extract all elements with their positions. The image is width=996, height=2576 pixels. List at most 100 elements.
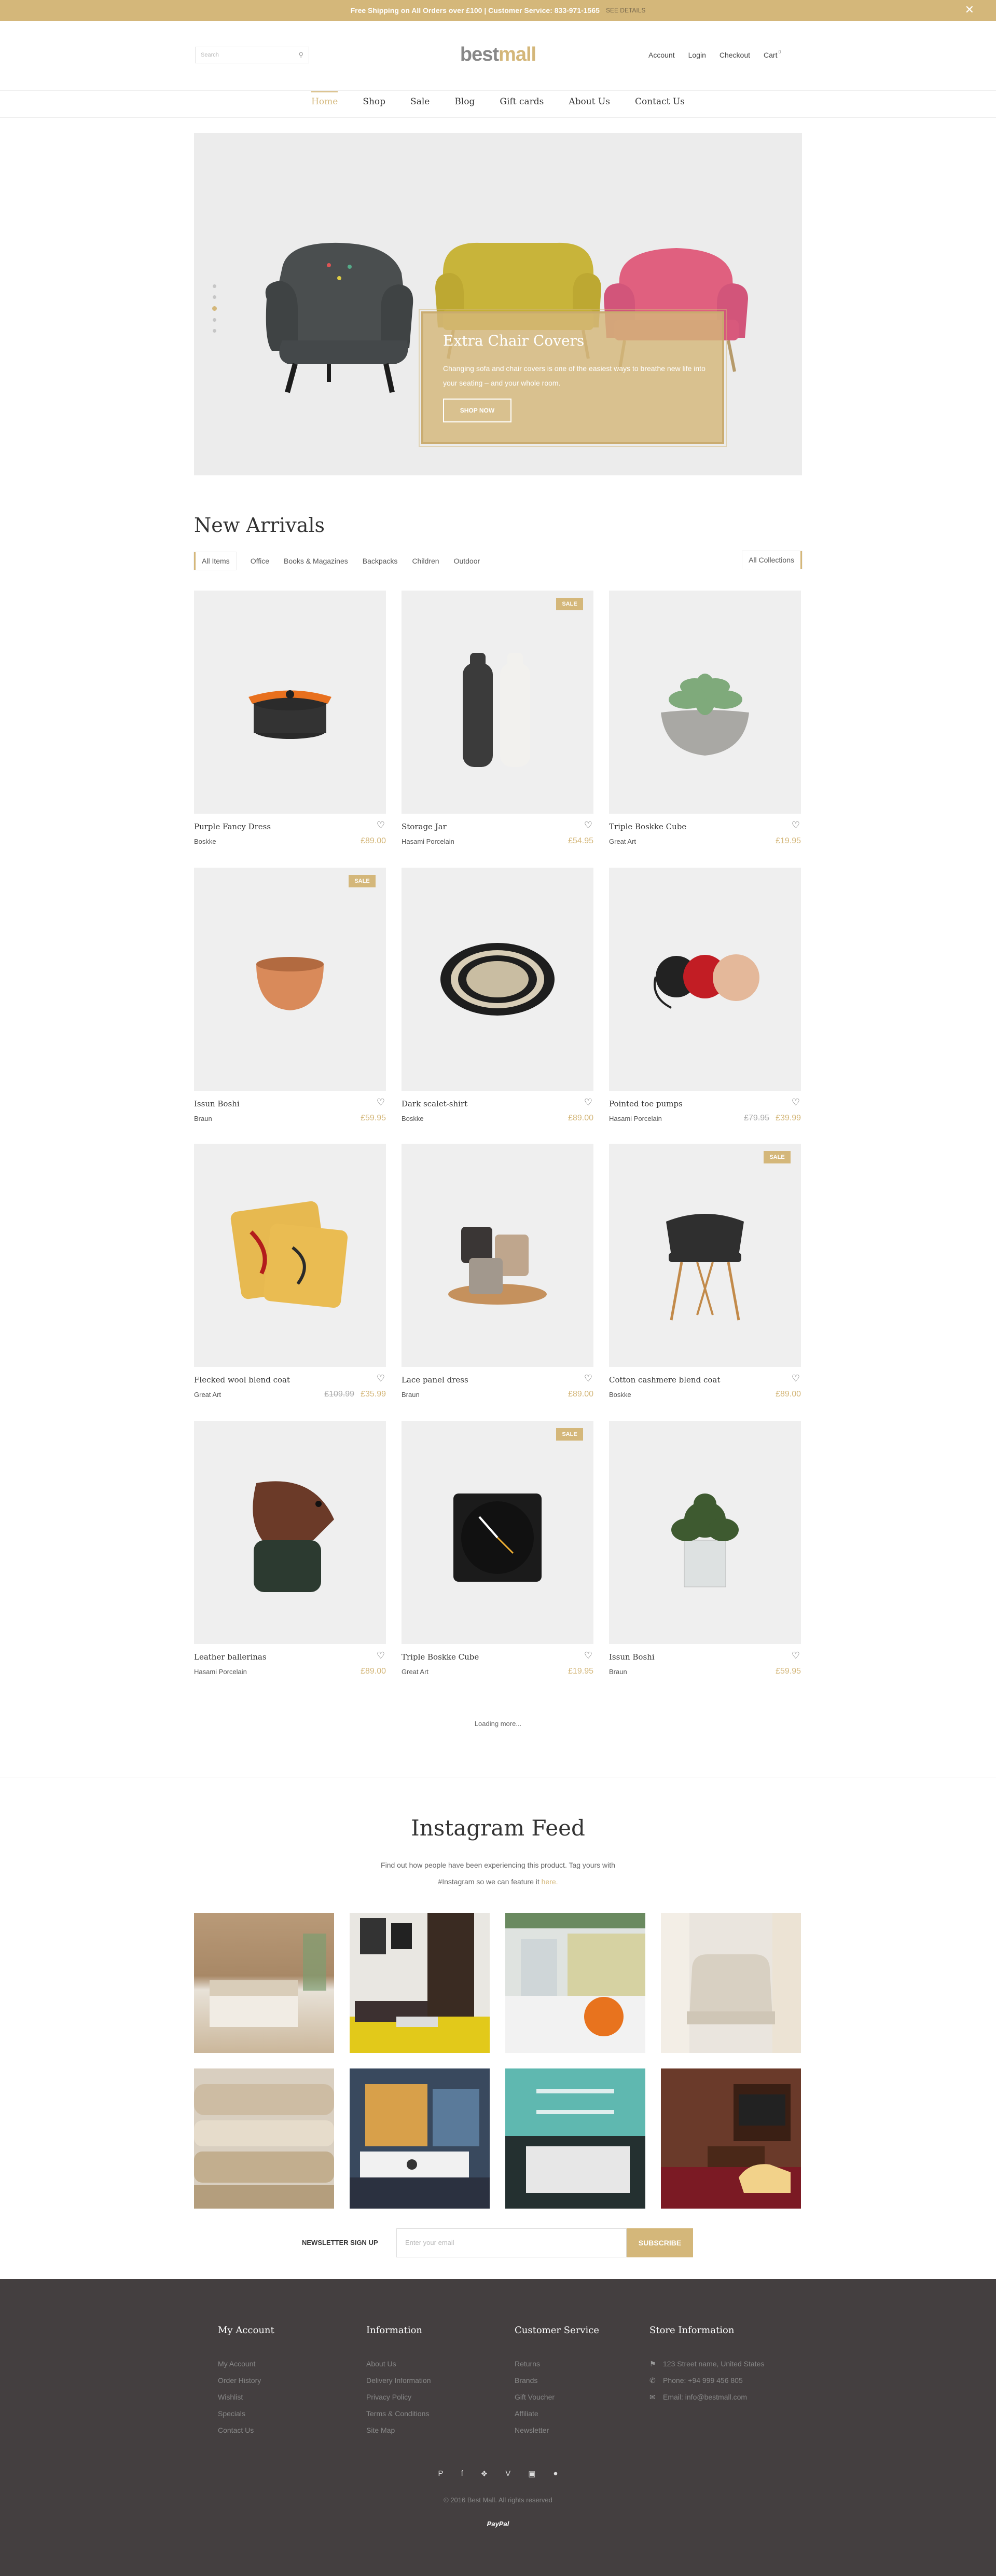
see-details-link[interactable]: SEE DETAILS — [606, 7, 645, 14]
product-name[interactable]: Lace panel dress — [402, 1375, 468, 1385]
product-image[interactable] — [609, 591, 801, 814]
instagram-tile-blankets[interactable] — [194, 2068, 334, 2209]
product-card[interactable]: Purple Fancy Dress ♡ Boskke £89.00 — [194, 591, 386, 860]
product-card[interactable]: Leather ballerinas ♡ Hasami Porcelain £89.0… — [194, 1421, 386, 1691]
product-name[interactable]: Purple Fancy Dress — [194, 822, 271, 831]
product-image[interactable] — [194, 868, 386, 1091]
logo[interactable]: bestmall — [451, 44, 545, 66]
reddit-icon[interactable]: ● — [553, 2469, 558, 2478]
wishlist-heart-icon[interactable]: ♡ — [377, 1097, 385, 1108]
product-card[interactable]: SALE Storage Jar ♡ Hasami Porcelain £54.95 — [402, 591, 593, 860]
nav-item-shop[interactable]: Shop — [363, 91, 385, 117]
product-card[interactable]: Issun Boshi ♡ Braun £59.95 — [609, 1421, 801, 1691]
product-name[interactable]: Storage Jar — [402, 822, 447, 831]
filter-outdoor[interactable]: Outdoor — [454, 557, 480, 565]
product-name[interactable]: Pointed toe pumps — [609, 1099, 683, 1108]
product-card[interactable]: SALE Triple Boskke Cube ♡ Great Art £19.95 — [402, 1421, 593, 1691]
filter-office[interactable]: Office — [251, 557, 269, 565]
search-input[interactable]: Search ⚲ — [195, 47, 309, 63]
footer-link[interactable]: Contact Us — [218, 2422, 274, 2438]
vimeo-icon[interactable]: V — [505, 2469, 510, 2478]
footer-link[interactable]: Site Map — [366, 2422, 431, 2438]
product-image[interactable] — [402, 1421, 593, 1644]
product-image[interactable] — [194, 591, 386, 814]
product-card[interactable]: Dark scalet-shirt ♡ Boskke £89.00 — [402, 868, 593, 1138]
wishlist-heart-icon[interactable]: ♡ — [377, 1650, 385, 1661]
product-name[interactable]: Issun Boshi — [609, 1652, 655, 1662]
filter-children[interactable]: Children — [412, 557, 439, 565]
product-name[interactable]: Issun Boshi — [194, 1099, 240, 1108]
nav-item-blog[interactable]: Blog — [454, 91, 475, 117]
wishlist-heart-icon[interactable]: ♡ — [792, 820, 800, 831]
product-name[interactable]: Cotton cashmere blend coat — [609, 1375, 720, 1385]
footer-link[interactable]: About Us — [366, 2355, 431, 2372]
filter-all-items[interactable]: All Items — [194, 552, 236, 570]
store-email[interactable]: ✉ Email: info@bestmall.com — [649, 2389, 764, 2405]
instagram-tile-bedroom[interactable] — [194, 1913, 334, 2053]
product-image[interactable] — [194, 1421, 386, 1644]
instagram-tile-lounge[interactable] — [661, 2068, 801, 2209]
footer-link[interactable]: Delivery Information — [366, 2372, 431, 2389]
filter-books-magazines[interactable]: Books & Magazines — [284, 557, 348, 565]
product-image[interactable] — [609, 868, 801, 1091]
product-name[interactable]: Triple Boskke Cube — [402, 1652, 479, 1662]
instagram-here-link[interactable]: here. — [542, 1878, 558, 1886]
login-link[interactable]: Login — [688, 51, 706, 59]
wishlist-heart-icon[interactable]: ♡ — [792, 1373, 800, 1384]
nav-item-gift-cards[interactable]: Gift cards — [500, 91, 544, 117]
product-name[interactable]: Dark scalet-shirt — [402, 1099, 467, 1108]
nav-item-home[interactable]: Home — [311, 91, 338, 117]
slider-dot[interactable] — [213, 318, 216, 322]
wishlist-heart-icon[interactable]: ♡ — [584, 1097, 592, 1108]
facebook-icon[interactable]: f — [461, 2469, 463, 2478]
product-image[interactable] — [402, 868, 593, 1091]
slider-dot-active[interactable] — [212, 306, 217, 311]
product-name[interactable]: Triple Boskke Cube — [609, 822, 686, 831]
wishlist-heart-icon[interactable]: ♡ — [377, 1373, 385, 1384]
wishlist-heart-icon[interactable]: ♡ — [584, 1373, 592, 1384]
wishlist-heart-icon[interactable]: ♡ — [377, 820, 385, 831]
product-card[interactable]: SALE Issun Boshi ♡ Braun £59.95 — [194, 868, 386, 1138]
instagram-tile-kitchen[interactable] — [505, 1913, 645, 2053]
product-card[interactable]: Lace panel dress ♡ Braun £89.00 — [402, 1144, 593, 1414]
wishlist-heart-icon[interactable]: ♡ — [792, 1097, 800, 1108]
nav-item-sale[interactable]: Sale — [410, 91, 430, 117]
footer-link[interactable]: Privacy Policy — [366, 2389, 431, 2405]
wishlist-heart-icon[interactable]: ♡ — [792, 1650, 800, 1661]
all-collections-link[interactable]: All Collections — [742, 551, 802, 569]
product-card[interactable]: SALE Cotton cashmere blend coat ♡ Boskke £89… — [609, 1144, 801, 1414]
twitter-icon[interactable]: ❖ — [481, 2469, 488, 2478]
footer-link[interactable]: Order History — [218, 2372, 274, 2389]
product-name[interactable]: Leather ballerinas — [194, 1652, 267, 1662]
newsletter-email-input[interactable]: Enter your email — [396, 2228, 627, 2257]
instagram-tile-living-room[interactable] — [350, 1913, 490, 2053]
nav-item-about-us[interactable]: About Us — [569, 91, 610, 117]
checkout-link[interactable]: Checkout — [720, 51, 750, 59]
instagram-icon[interactable]: ▣ — [528, 2469, 535, 2478]
instagram-tile-sofa[interactable] — [350, 2068, 490, 2209]
product-card[interactable]: Flecked wool blend coat ♡ Great Art £109.99… — [194, 1144, 386, 1414]
search-icon[interactable]: ⚲ — [298, 51, 303, 59]
product-image[interactable] — [609, 1421, 801, 1644]
product-name[interactable]: Flecked wool blend coat — [194, 1375, 290, 1385]
product-image[interactable] — [402, 591, 593, 814]
footer-link[interactable]: Returns — [515, 2355, 599, 2372]
product-card[interactable]: Pointed toe pumps ♡ Hasami Porcelain £79.95… — [609, 868, 801, 1138]
loading-more[interactable]: Loading more... — [0, 1720, 996, 1728]
subscribe-button[interactable]: SUBSCRIBE — [627, 2228, 693, 2257]
instagram-tile-bathroom[interactable] — [505, 2068, 645, 2209]
instagram-tile-armchair[interactable] — [661, 1913, 801, 2053]
footer-link[interactable]: Brands — [515, 2372, 599, 2389]
footer-link[interactable]: Specials — [218, 2405, 274, 2422]
pinterest-icon[interactable]: P — [438, 2469, 444, 2478]
slider-dot[interactable] — [213, 284, 216, 288]
footer-link[interactable]: Terms & Conditions — [366, 2405, 431, 2422]
footer-link[interactable]: My Account — [218, 2355, 274, 2372]
wishlist-heart-icon[interactable]: ♡ — [584, 1650, 592, 1661]
footer-link[interactable]: Wishlist — [218, 2389, 274, 2405]
slider-dot[interactable] — [213, 295, 216, 299]
product-image[interactable] — [194, 1144, 386, 1367]
filter-backpacks[interactable]: Backpacks — [363, 557, 398, 565]
product-card[interactable]: Triple Boskke Cube ♡ Great Art £19.95 — [609, 591, 801, 860]
close-icon[interactable]: ✕ — [965, 4, 974, 16]
